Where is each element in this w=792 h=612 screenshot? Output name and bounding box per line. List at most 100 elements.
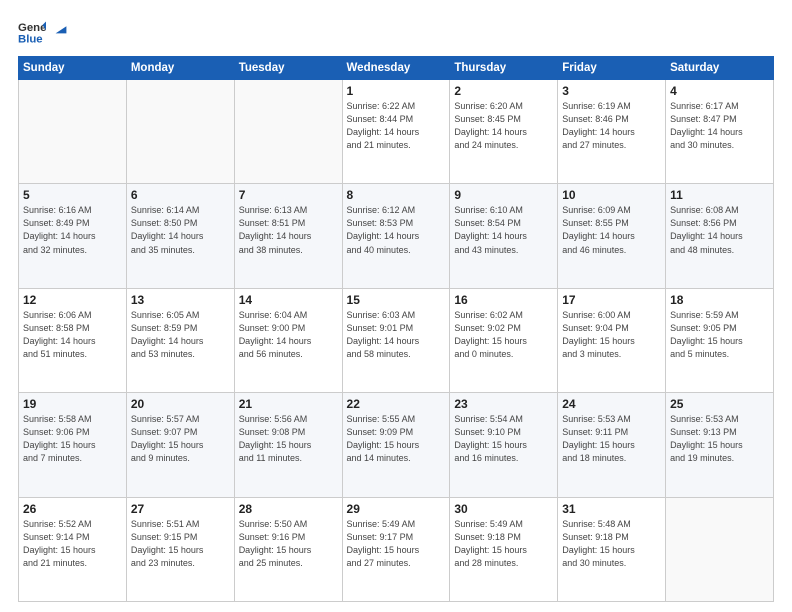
day-cell: 24 Sunrise: 5:53 AM Sunset: 9:11 PM Dayli… (558, 393, 666, 497)
day-info: Sunrise: 6:04 AM Sunset: 9:00 PM Dayligh… (239, 309, 338, 361)
day-cell: 18 Sunrise: 5:59 AM Sunset: 9:05 PM Dayli… (666, 288, 774, 392)
day-info: Sunrise: 5:51 AM Sunset: 9:15 PM Dayligh… (131, 518, 230, 570)
day-info: Sunrise: 5:48 AM Sunset: 9:18 PM Dayligh… (562, 518, 661, 570)
day-number: 29 (347, 502, 446, 516)
logo: General Blue (18, 18, 70, 46)
day-number: 8 (347, 188, 446, 202)
weekday-header-sunday: Sunday (19, 57, 127, 80)
svg-text:General: General (18, 22, 46, 34)
day-number: 22 (347, 397, 446, 411)
day-number: 28 (239, 502, 338, 516)
day-cell: 6 Sunrise: 6:14 AM Sunset: 8:50 PM Daylig… (126, 184, 234, 288)
day-number: 3 (562, 84, 661, 98)
day-info: Sunrise: 5:57 AM Sunset: 9:07 PM Dayligh… (131, 413, 230, 465)
weekday-header-saturday: Saturday (666, 57, 774, 80)
week-row-5: 26 Sunrise: 5:52 AM Sunset: 9:14 PM Dayli… (19, 497, 774, 601)
day-cell: 4 Sunrise: 6:17 AM Sunset: 8:47 PM Daylig… (666, 80, 774, 184)
weekday-header-friday: Friday (558, 57, 666, 80)
day-number: 4 (670, 84, 769, 98)
day-cell: 30 Sunrise: 5:49 AM Sunset: 9:18 PM Dayli… (450, 497, 558, 601)
day-cell: 25Sunrise: 5:53 AM Sunset: 9:13 PM Dayli… (666, 393, 774, 497)
day-cell: 28 Sunrise: 5:50 AM Sunset: 9:16 PM Dayli… (234, 497, 342, 601)
day-number: 14 (239, 293, 338, 307)
day-number: 25 (670, 397, 769, 411)
day-info: Sunrise: 5:49 AM Sunset: 9:17 PM Dayligh… (347, 518, 446, 570)
day-cell (19, 80, 127, 184)
day-info: Sunrise: 5:49 AM Sunset: 9:18 PM Dayligh… (454, 518, 553, 570)
header: General Blue (18, 18, 774, 46)
day-info: Sunrise: 6:00 AM Sunset: 9:04 PM Dayligh… (562, 309, 661, 361)
day-info: Sunrise: 6:08 AM Sunset: 8:56 PM Dayligh… (670, 204, 769, 256)
day-info: Sunrise: 5:58 AM Sunset: 9:06 PM Dayligh… (23, 413, 122, 465)
day-cell: 31 Sunrise: 5:48 AM Sunset: 9:18 PM Dayli… (558, 497, 666, 601)
day-number: 15 (347, 293, 446, 307)
day-cell: 16 Sunrise: 6:02 AM Sunset: 9:02 PM Dayli… (450, 288, 558, 392)
weekday-header-tuesday: Tuesday (234, 57, 342, 80)
day-info: Sunrise: 5:55 AM Sunset: 9:09 PM Dayligh… (347, 413, 446, 465)
weekday-header-thursday: Thursday (450, 57, 558, 80)
day-info: Sunrise: 5:52 AM Sunset: 9:14 PM Dayligh… (23, 518, 122, 570)
day-info: Sunrise: 6:10 AM Sunset: 8:54 PM Dayligh… (454, 204, 553, 256)
day-info: Sunrise: 6:14 AM Sunset: 8:50 PM Dayligh… (131, 204, 230, 256)
week-row-1: 1 Sunrise: 6:22 AM Sunset: 8:44 PM Daylig… (19, 80, 774, 184)
day-info: Sunrise: 6:06 AM Sunset: 8:58 PM Dayligh… (23, 309, 122, 361)
day-number: 20 (131, 397, 230, 411)
day-number: 11 (670, 188, 769, 202)
day-number: 5 (23, 188, 122, 202)
day-info: Sunrise: 6:20 AM Sunset: 8:45 PM Dayligh… (454, 100, 553, 152)
day-number: 1 (347, 84, 446, 98)
day-cell: 17 Sunrise: 6:00 AM Sunset: 9:04 PM Dayli… (558, 288, 666, 392)
day-number: 24 (562, 397, 661, 411)
weekday-header-row: SundayMondayTuesdayWednesdayThursdayFrid… (19, 57, 774, 80)
day-info: Sunrise: 6:12 AM Sunset: 8:53 PM Dayligh… (347, 204, 446, 256)
day-cell: 5 Sunrise: 6:16 AM Sunset: 8:49 PM Daylig… (19, 184, 127, 288)
day-cell: 22 Sunrise: 5:55 AM Sunset: 9:09 PM Dayli… (342, 393, 450, 497)
day-number: 23 (454, 397, 553, 411)
day-info: Sunrise: 6:16 AM Sunset: 8:49 PM Dayligh… (23, 204, 122, 256)
day-info: Sunrise: 6:17 AM Sunset: 8:47 PM Dayligh… (670, 100, 769, 152)
week-row-3: 12Sunrise: 6:06 AM Sunset: 8:58 PM Dayli… (19, 288, 774, 392)
svg-text:Blue: Blue (18, 34, 43, 46)
calendar-table: SundayMondayTuesdayWednesdayThursdayFrid… (18, 56, 774, 602)
day-cell: 19Sunrise: 5:58 AM Sunset: 9:06 PM Dayli… (19, 393, 127, 497)
day-number: 18 (670, 293, 769, 307)
day-cell: 10Sunrise: 6:09 AM Sunset: 8:55 PM Dayli… (558, 184, 666, 288)
day-cell: 20 Sunrise: 5:57 AM Sunset: 9:07 PM Dayli… (126, 393, 234, 497)
day-info: Sunrise: 5:59 AM Sunset: 9:05 PM Dayligh… (670, 309, 769, 361)
day-info: Sunrise: 6:02 AM Sunset: 9:02 PM Dayligh… (454, 309, 553, 361)
day-info: Sunrise: 6:05 AM Sunset: 8:59 PM Dayligh… (131, 309, 230, 361)
day-number: 6 (131, 188, 230, 202)
day-cell: 8 Sunrise: 6:12 AM Sunset: 8:53 PM Daylig… (342, 184, 450, 288)
day-info: Sunrise: 6:03 AM Sunset: 9:01 PM Dayligh… (347, 309, 446, 361)
day-cell: 14 Sunrise: 6:04 AM Sunset: 9:00 PM Dayli… (234, 288, 342, 392)
day-cell: 9 Sunrise: 6:10 AM Sunset: 8:54 PM Daylig… (450, 184, 558, 288)
day-cell: 2 Sunrise: 6:20 AM Sunset: 8:45 PM Daylig… (450, 80, 558, 184)
page: General Blue SundayMondayTuesdayWednesda… (0, 0, 792, 612)
day-number: 21 (239, 397, 338, 411)
day-cell: 12Sunrise: 6:06 AM Sunset: 8:58 PM Dayli… (19, 288, 127, 392)
day-number: 26 (23, 502, 122, 516)
day-number: 9 (454, 188, 553, 202)
day-cell: 23Sunrise: 5:54 AM Sunset: 9:10 PM Dayli… (450, 393, 558, 497)
day-info: Sunrise: 5:53 AM Sunset: 9:11 PM Dayligh… (562, 413, 661, 465)
day-info: Sunrise: 6:19 AM Sunset: 8:46 PM Dayligh… (562, 100, 661, 152)
day-cell (666, 497, 774, 601)
day-cell: 29 Sunrise: 5:49 AM Sunset: 9:17 PM Dayli… (342, 497, 450, 601)
week-row-4: 19Sunrise: 5:58 AM Sunset: 9:06 PM Dayli… (19, 393, 774, 497)
day-cell: 1 Sunrise: 6:22 AM Sunset: 8:44 PM Daylig… (342, 80, 450, 184)
day-info: Sunrise: 5:56 AM Sunset: 9:08 PM Dayligh… (239, 413, 338, 465)
day-info: Sunrise: 6:22 AM Sunset: 8:44 PM Dayligh… (347, 100, 446, 152)
day-cell: 13Sunrise: 6:05 AM Sunset: 8:59 PM Dayli… (126, 288, 234, 392)
day-number: 30 (454, 502, 553, 516)
day-cell: 7Sunrise: 6:13 AM Sunset: 8:51 PM Daylig… (234, 184, 342, 288)
day-cell: 15 Sunrise: 6:03 AM Sunset: 9:01 PM Dayli… (342, 288, 450, 392)
weekday-header-wednesday: Wednesday (342, 57, 450, 80)
day-number: 31 (562, 502, 661, 516)
day-number: 16 (454, 293, 553, 307)
day-number: 2 (454, 84, 553, 98)
day-cell (126, 80, 234, 184)
day-number: 17 (562, 293, 661, 307)
day-cell: 26 Sunrise: 5:52 AM Sunset: 9:14 PM Dayli… (19, 497, 127, 601)
day-info: Sunrise: 5:50 AM Sunset: 9:16 PM Dayligh… (239, 518, 338, 570)
day-cell: 21 Sunrise: 5:56 AM Sunset: 9:08 PM Dayli… (234, 393, 342, 497)
